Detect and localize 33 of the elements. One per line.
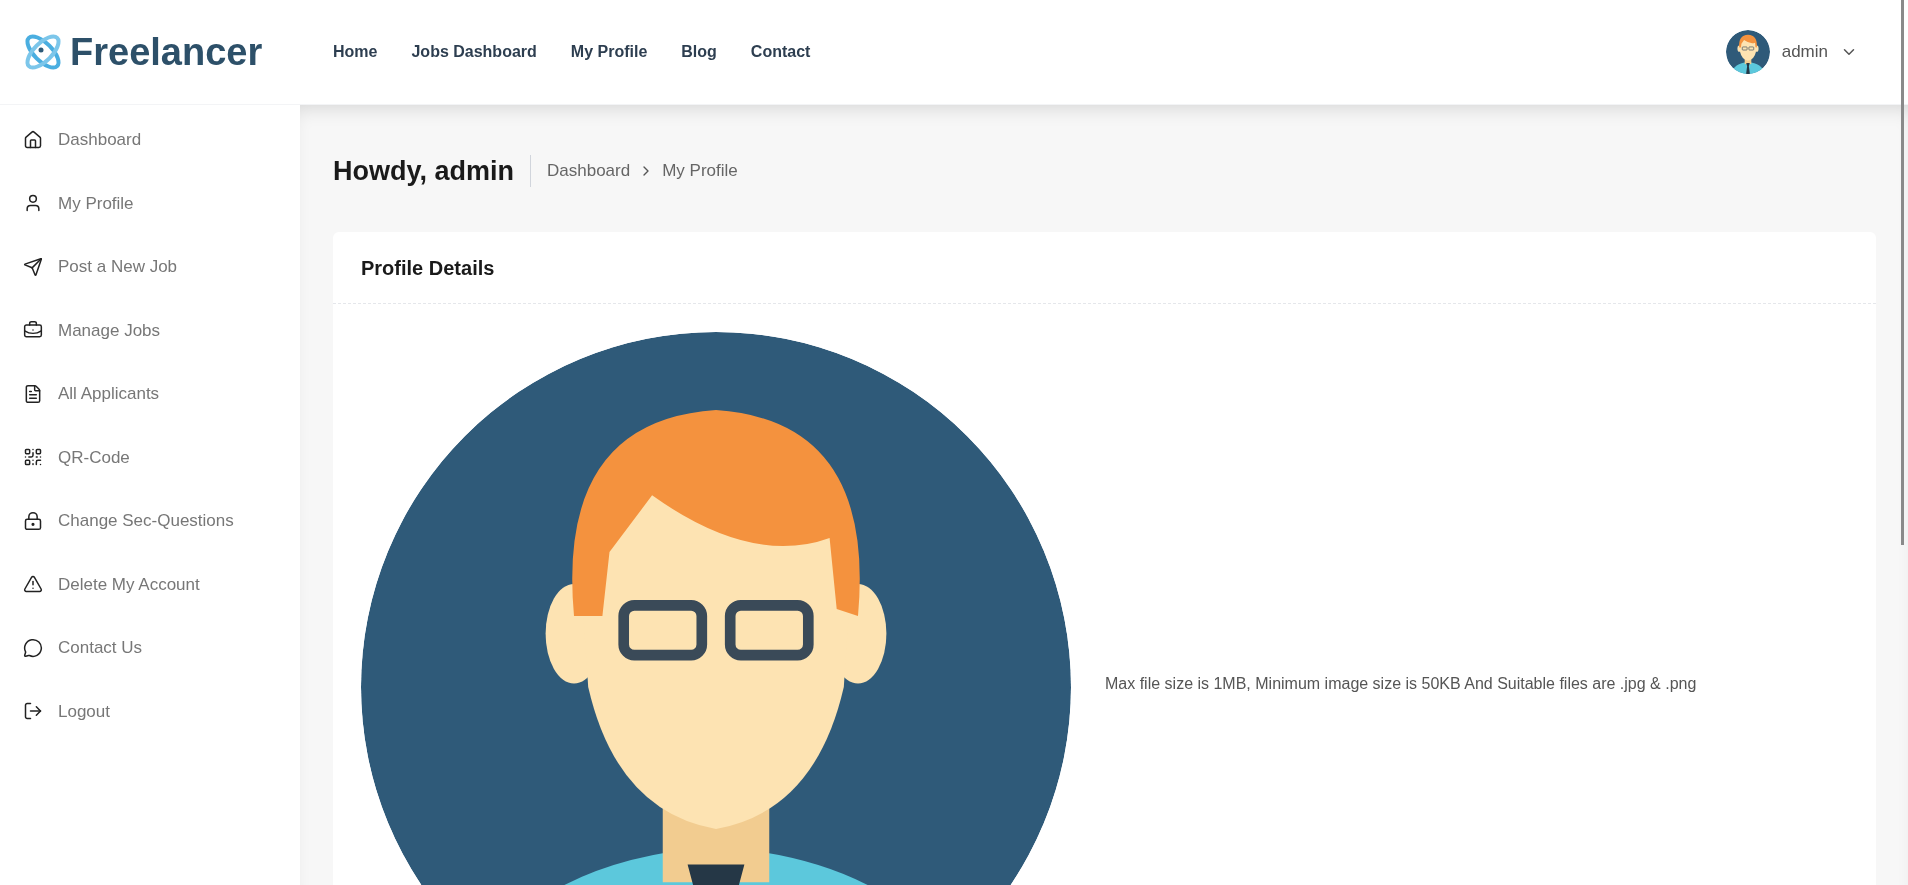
user-name[interactable]: admin xyxy=(1781,39,1828,65)
user-avatar-icon xyxy=(1725,30,1770,74)
lock-icon xyxy=(23,510,43,531)
nav-link[interactable]: Blog xyxy=(681,40,717,64)
sidebar-item[interactable]: Manage Jobs xyxy=(23,298,300,362)
nav-link[interactable]: Contact xyxy=(750,40,811,64)
home-icon xyxy=(23,129,43,150)
logout-icon xyxy=(23,701,43,722)
sidebar-item[interactable]: Post a New Job xyxy=(23,235,300,299)
sidebar-item[interactable]: Dashboard xyxy=(23,108,300,172)
send-icon xyxy=(23,256,43,277)
qr-code-icon xyxy=(23,447,43,468)
sidebar-item[interactable]: Logout xyxy=(23,679,300,743)
chat-icon xyxy=(23,637,43,658)
document-icon xyxy=(23,383,43,404)
nav-link[interactable]: My Profile xyxy=(570,40,648,64)
brand-name[interactable]: Freelancer xyxy=(70,33,263,71)
sidebar-item[interactable]: QR-Code xyxy=(23,425,300,489)
breadcrumb-link[interactable]: Dashboard xyxy=(547,158,631,184)
breadcrumb-link[interactable]: My Profile xyxy=(662,158,738,184)
nav-link[interactable]: Jobs Dashboard xyxy=(411,40,537,64)
user-icon xyxy=(23,193,43,214)
sidebar-item[interactable]: Change Sec-Questions xyxy=(23,489,300,553)
sidebar-item[interactable]: Delete My Account xyxy=(23,552,300,616)
sidebar-item[interactable]: Contact Us xyxy=(23,616,300,680)
greeting-heading: Howdy, admin xyxy=(333,155,531,187)
card-title: Profile Details xyxy=(333,232,1876,304)
sidebar-item[interactable]: All Applicants xyxy=(23,362,300,426)
warning-icon xyxy=(23,574,43,595)
upload-hint: Max file size is 1MB, Minimum image size is 50KB And Suitable files are .jpg & .png xyxy=(1105,674,1697,694)
scrollbar[interactable] xyxy=(1901,0,1904,545)
sidebar-item[interactable]: My Profile xyxy=(23,171,300,235)
nav-link[interactable]: Home xyxy=(333,40,378,64)
